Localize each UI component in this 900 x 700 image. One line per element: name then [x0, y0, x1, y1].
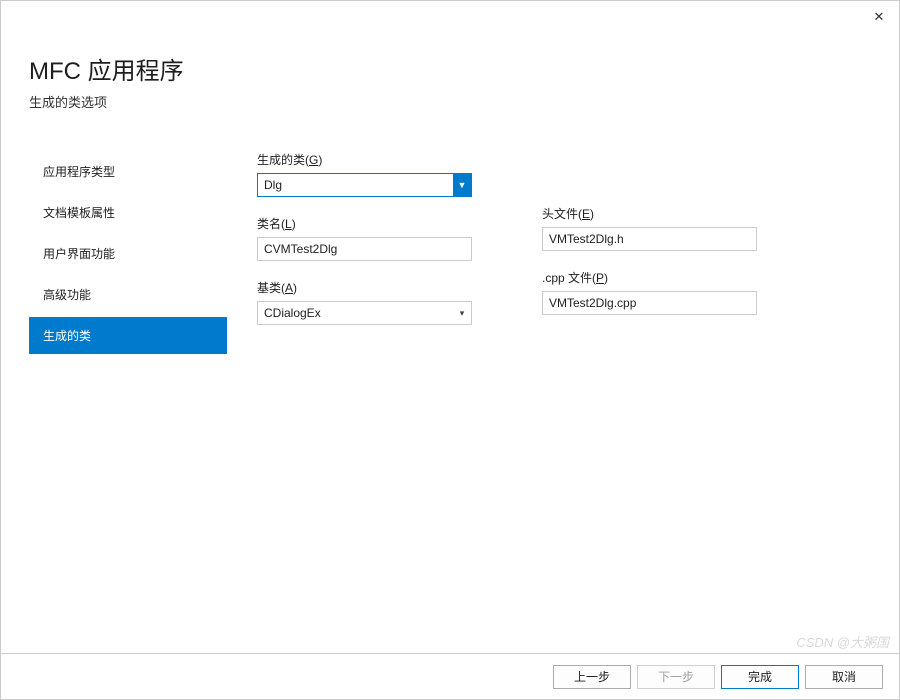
field-base-class: 基类(A) CDialogEx ▾ [257, 279, 472, 325]
finish-button-label: 完成 [748, 668, 772, 685]
left-column: 生成的类(G) Dlg ▼ 类名(L) CVMTest2Dlg 基类(A) CD… [257, 151, 472, 653]
cancel-button[interactable]: 取消 [805, 665, 883, 689]
chevron-down-icon: ▼ [453, 174, 471, 196]
field-class-name: 类名(L) CVMTest2Dlg [257, 215, 472, 261]
sidebar-item-label: 生成的类 [43, 329, 91, 343]
titlebar: ✕ [1, 1, 899, 33]
header-file-value: VMTest2Dlg.h [549, 232, 624, 246]
page-subtitle: 生成的类选项 [29, 92, 871, 111]
cpp-file-label: .cpp 文件(P) [542, 269, 757, 286]
next-button: 下一步 [637, 665, 715, 689]
base-class-label: 基类(A) [257, 279, 472, 296]
right-column: 头文件(E) VMTest2Dlg.h .cpp 文件(P) VMTest2Dl… [542, 151, 757, 653]
header: MFC 应用程序 生成的类选项 [1, 33, 899, 131]
prev-button[interactable]: 上一步 [553, 665, 631, 689]
sidebar-item-generated-classes[interactable]: 生成的类 [29, 317, 227, 354]
cancel-button-label: 取消 [832, 668, 856, 685]
class-name-value: CVMTest2Dlg [264, 242, 337, 256]
sidebar: 应用程序类型 文档模板属性 用户界面功能 高级功能 生成的类 [29, 151, 227, 653]
header-file-label: 头文件(E) [542, 205, 757, 222]
close-icon: ✕ [874, 9, 885, 25]
base-class-value: CDialogEx [264, 306, 465, 320]
cpp-file-input[interactable]: VMTest2Dlg.cpp [542, 291, 757, 315]
sidebar-item-label: 用户界面功能 [43, 247, 115, 261]
field-generated-class: 生成的类(G) Dlg ▼ [257, 151, 472, 197]
footer: 上一步 下一步 完成 取消 [1, 653, 899, 699]
prev-button-label: 上一步 [574, 668, 610, 685]
spacer [542, 151, 757, 199]
class-name-label: 类名(L) [257, 215, 472, 232]
sidebar-item-ui-features[interactable]: 用户界面功能 [29, 235, 227, 272]
generated-class-value: Dlg [264, 178, 465, 192]
content: 生成的类(G) Dlg ▼ 类名(L) CVMTest2Dlg 基类(A) CD… [227, 151, 871, 653]
close-button[interactable]: ✕ [867, 5, 891, 29]
sidebar-item-advanced[interactable]: 高级功能 [29, 276, 227, 313]
class-name-input[interactable]: CVMTest2Dlg [257, 237, 472, 261]
field-cpp-file: .cpp 文件(P) VMTest2Dlg.cpp [542, 269, 757, 315]
finish-button[interactable]: 完成 [721, 665, 799, 689]
next-button-label: 下一步 [658, 668, 694, 685]
sidebar-item-label: 应用程序类型 [43, 165, 115, 179]
sidebar-item-doc-template[interactable]: 文档模板属性 [29, 194, 227, 231]
field-header-file: 头文件(E) VMTest2Dlg.h [542, 205, 757, 251]
generated-class-label: 生成的类(G) [257, 151, 472, 168]
base-class-dropdown[interactable]: CDialogEx ▾ [257, 301, 472, 325]
header-file-input[interactable]: VMTest2Dlg.h [542, 227, 757, 251]
cpp-file-value: VMTest2Dlg.cpp [549, 296, 636, 310]
sidebar-item-label: 文档模板属性 [43, 206, 115, 220]
sidebar-item-label: 高级功能 [43, 288, 91, 302]
sidebar-item-app-type[interactable]: 应用程序类型 [29, 153, 227, 190]
body: 应用程序类型 文档模板属性 用户界面功能 高级功能 生成的类 生成的类(G) D… [1, 131, 899, 653]
generated-class-dropdown[interactable]: Dlg ▼ [257, 173, 472, 197]
page-title: MFC 应用程序 [29, 51, 871, 86]
chevron-down-icon: ▾ [453, 302, 471, 324]
